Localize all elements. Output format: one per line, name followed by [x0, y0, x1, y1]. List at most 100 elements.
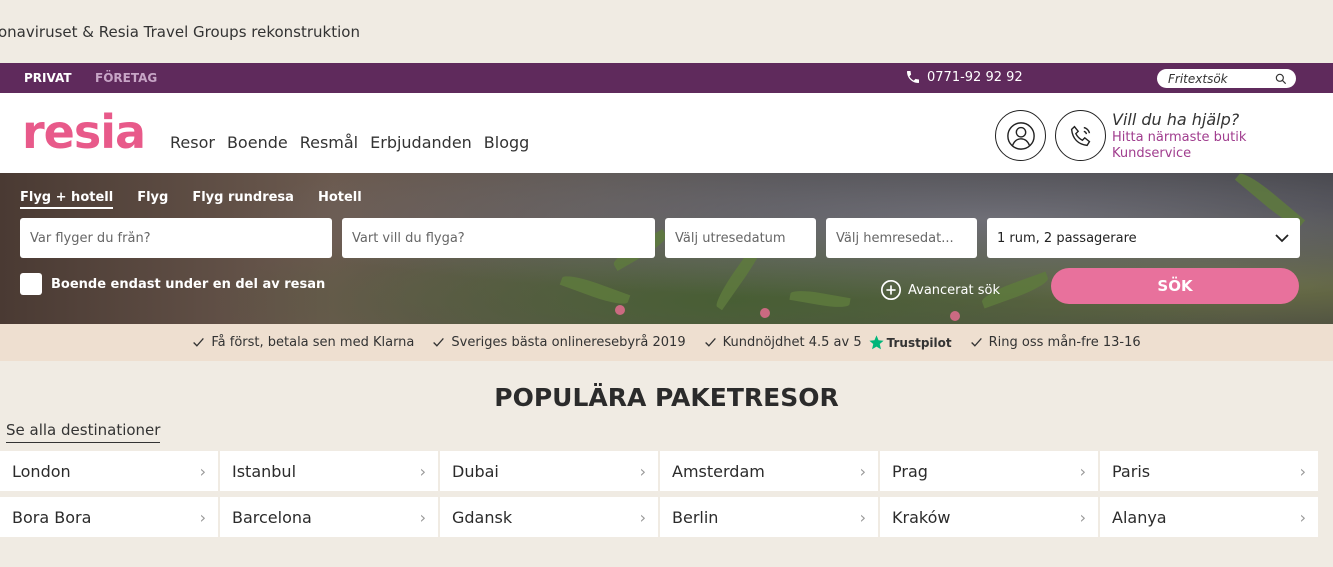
usp-item: Få först, betala sen med Klarna: [192, 335, 414, 350]
destination-link[interactable]: Gdansk ›: [440, 497, 658, 537]
outbound-date-input[interactable]: [665, 218, 816, 258]
search-hero: Flyg + hotell Flyg Flyg rundresa Hotell …: [0, 173, 1333, 324]
passengers-select[interactable]: 1 rum, 2 passagerare: [987, 218, 1300, 258]
hero-flower: [760, 308, 770, 318]
chevron-right-icon: ›: [1299, 461, 1306, 481]
nav-blogg[interactable]: Blogg: [484, 133, 530, 152]
find-store-link[interactable]: Hitta närmaste butik: [1112, 130, 1246, 146]
checkmark-icon: [970, 338, 982, 347]
top-bar: PRIVAT FÖRETAG 0771-92 92 92 Fritextsök: [0, 63, 1333, 93]
chevron-down-icon: [1275, 234, 1289, 243]
chevron-right-icon: ›: [419, 507, 426, 527]
destination-label: Dubai: [452, 461, 499, 481]
hero-flower: [615, 305, 625, 315]
destination-link[interactable]: Barcelona ›: [220, 497, 438, 537]
freetext-search-label: Fritextsök: [1168, 71, 1228, 86]
tab-flight-roundtrip[interactable]: Flyg rundresa: [192, 190, 294, 209]
destination-label: Bora Bora: [12, 507, 92, 527]
destination-row: Bora Bora › Barcelona › Gdansk › Berlin › Kr…: [0, 497, 1318, 537]
phone-number: 0771-92 92 92: [927, 69, 1023, 85]
chevron-right-icon: ›: [1299, 507, 1306, 527]
destination-link[interactable]: Kraków ›: [880, 497, 1098, 537]
see-all-destinations-link[interactable]: Se alla destinationer: [6, 421, 161, 443]
destination-grid: London › Istanbul › Dubai › Amsterdam › Prag…: [0, 451, 1318, 543]
banner-text[interactable]: onaviruset & Resia Travel Groups rekonst…: [0, 23, 360, 41]
tab-flight-hotel[interactable]: Flyg + hotell: [20, 190, 114, 209]
nav-erbjudanden[interactable]: Erbjudanden: [370, 133, 472, 152]
nav-resor[interactable]: Resor: [170, 133, 215, 152]
segment-private[interactable]: PRIVAT: [24, 71, 72, 85]
destination-label: Gdansk: [452, 507, 513, 527]
chevron-right-icon: ›: [419, 461, 426, 481]
destination-link[interactable]: Dubai ›: [440, 451, 658, 491]
resia-logo[interactable]: resia: [22, 105, 146, 159]
chevron-right-icon: ›: [199, 461, 206, 481]
plus-circle-icon: [881, 280, 901, 300]
destination-label: Istanbul: [232, 461, 297, 481]
departure-input[interactable]: [20, 218, 332, 258]
tab-hotel[interactable]: Hotell: [318, 190, 362, 209]
destination-link[interactable]: Bora Bora ›: [0, 497, 218, 537]
destination-input[interactable]: [342, 218, 655, 258]
partial-stay-label: Boende endast under en del av resan: [51, 276, 326, 292]
phone-icon: [907, 71, 919, 83]
usp-item: Ring oss mån-fre 13-16: [970, 335, 1141, 350]
chevron-right-icon: ›: [1079, 507, 1086, 527]
customer-service-link[interactable]: Kundservice: [1112, 146, 1246, 162]
chevron-right-icon: ›: [199, 507, 206, 527]
usp-text: Kundnöjdhet 4.5 av 5: [722, 335, 862, 350]
chevron-right-icon: ›: [859, 507, 866, 527]
main-nav: Resor Boende Resmål Erbjudanden Blogg: [170, 133, 529, 152]
destination-link[interactable]: Prag ›: [880, 451, 1098, 491]
destination-link[interactable]: London ›: [0, 451, 218, 491]
destination-label: Kraków: [892, 507, 951, 527]
destination-label: London: [12, 461, 71, 481]
destination-label: Prag: [892, 461, 928, 481]
destination-link[interactable]: Paris ›: [1100, 451, 1318, 491]
partial-stay-checkbox[interactable]: Boende endast under en del av resan: [20, 273, 325, 295]
destination-link[interactable]: Alanya ›: [1100, 497, 1318, 537]
segment-business[interactable]: FÖRETAG: [95, 71, 157, 85]
usp-text: Få först, betala sen med Klarna: [211, 335, 415, 350]
trustpilot-text: Trustpilot: [886, 335, 952, 350]
search-tabs: Flyg + hotell Flyg Flyg rundresa Hotell: [20, 190, 362, 209]
hero-leaf: [789, 287, 851, 311]
usp-text: Sveriges bästa onlineresebyrå 2019: [451, 335, 686, 350]
hero-flower: [950, 311, 960, 321]
freetext-search[interactable]: Fritextsök: [1157, 69, 1296, 88]
usp-item: Sveriges bästa onlineresebyrå 2019: [432, 335, 686, 350]
return-date-input[interactable]: [826, 218, 977, 258]
account-button[interactable]: [995, 110, 1046, 161]
destination-label: Paris: [1112, 461, 1151, 481]
help-box: Vill du ha hjälp? Hitta närmaste butik K…: [1112, 110, 1246, 162]
chevron-right-icon: ›: [859, 461, 866, 481]
advanced-search-label: Avancerat sök: [908, 282, 1000, 298]
checkbox-box[interactable]: [20, 273, 42, 295]
announcement-banner[interactable]: onaviruset & Resia Travel Groups rekonst…: [0, 0, 1333, 63]
advanced-search-link[interactable]: Avancerat sök: [880, 279, 1000, 301]
destination-link[interactable]: Amsterdam ›: [660, 451, 878, 491]
checkmark-icon: [433, 338, 445, 347]
help-title: Vill du ha hjälp?: [1112, 110, 1240, 129]
checkmark-icon: [704, 338, 716, 347]
trustpilot-logo[interactable]: Trustpilot: [868, 334, 952, 351]
usp-bar: Få först, betala sen med Klarna Sveriges…: [0, 324, 1333, 361]
destination-row: London › Istanbul › Dubai › Amsterdam › Prag…: [0, 451, 1318, 491]
tab-flight[interactable]: Flyg: [137, 190, 168, 209]
popular-trips-title: POPULÄRA PAKETRESOR: [494, 383, 839, 412]
hero-leaf: [559, 271, 631, 309]
destination-link[interactable]: Berlin ›: [660, 497, 878, 537]
destination-label: Berlin: [672, 507, 719, 527]
checkmark-icon: [193, 338, 205, 347]
passengers-value: 1 rum, 2 passagerare: [997, 230, 1137, 246]
chevron-right-icon: ›: [639, 461, 646, 481]
contact-button[interactable]: [1055, 110, 1106, 161]
destination-label: Barcelona: [232, 507, 312, 527]
phone-link[interactable]: 0771-92 92 92: [905, 69, 1023, 85]
nav-boende[interactable]: Boende: [227, 133, 288, 152]
nav-resmal[interactable]: Resmål: [300, 133, 358, 152]
search-icon[interactable]: [1274, 72, 1288, 86]
search-button[interactable]: SÖK: [1051, 268, 1299, 304]
usp-text: Ring oss mån-fre 13-16: [988, 335, 1141, 350]
destination-link[interactable]: Istanbul ›: [220, 451, 438, 491]
